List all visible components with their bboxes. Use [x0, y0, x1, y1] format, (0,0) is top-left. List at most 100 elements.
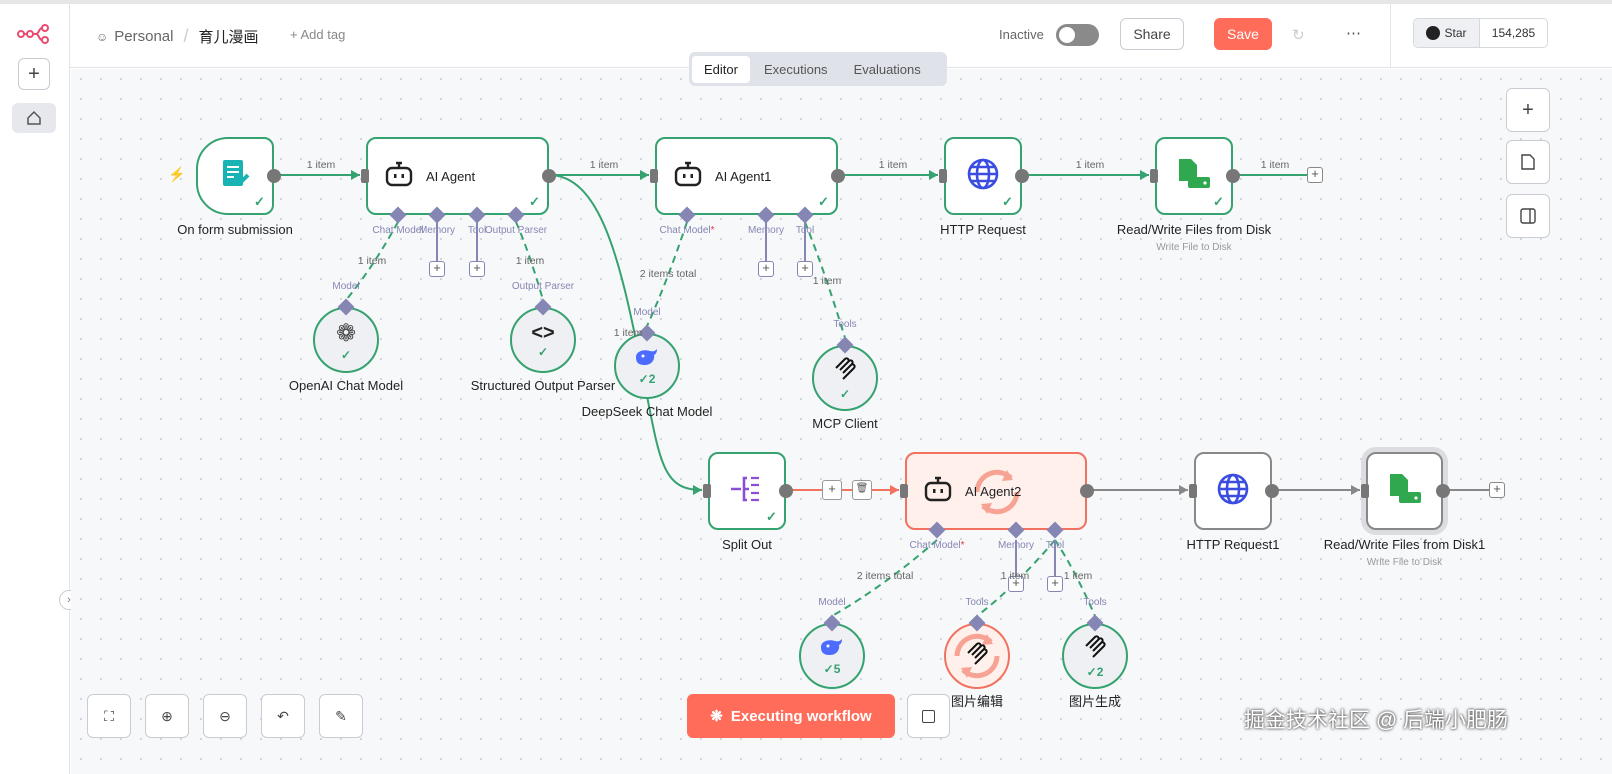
output-port[interactable]	[1015, 169, 1029, 183]
subnode-deepseek2[interactable]: ✓5	[799, 623, 865, 689]
add-subnode-button[interactable]: +	[797, 261, 813, 277]
undo-button[interactable]: ↶	[261, 694, 305, 738]
n8n-logo-icon[interactable]	[17, 24, 51, 44]
run-count: 5	[833, 661, 841, 676]
handle-label: Tool	[468, 225, 486, 236]
tab-editor[interactable]: Editor	[692, 55, 750, 83]
github-star-button[interactable]: Star 154,285	[1413, 18, 1548, 48]
edge-label: 1 item	[812, 275, 842, 287]
input-port[interactable]	[1189, 484, 1197, 498]
subnode-parser[interactable]: <> ✓	[510, 307, 576, 373]
add-tag-button[interactable]: + Add tag	[290, 27, 345, 42]
undo-icon: ↶	[277, 707, 289, 724]
add-subnode-button[interactable]: +	[429, 261, 445, 277]
success-check-icon: ✓	[1213, 194, 1224, 209]
run-count: 2	[1096, 664, 1104, 679]
tab-executions[interactable]: Executions	[752, 56, 840, 83]
subnode-openai[interactable]: ❁ ✓	[313, 307, 379, 373]
handle-label: Tool	[1046, 540, 1064, 551]
subnode-edit[interactable]	[944, 623, 1010, 689]
history-icon[interactable]: ↻	[1292, 26, 1305, 44]
sticky-note-button[interactable]	[1506, 140, 1550, 184]
success-check-icon: ✓	[818, 194, 829, 209]
stop-execution-button[interactable]	[907, 694, 950, 738]
trigger-bolt-icon: ⚡	[168, 166, 186, 182]
active-toggle[interactable]	[1056, 24, 1099, 46]
add-subnode-button[interactable]: +	[1047, 576, 1063, 592]
output-port[interactable]	[1436, 484, 1450, 498]
success-check: ✓2	[1086, 664, 1104, 679]
output-port[interactable]	[542, 169, 556, 183]
input-port[interactable]	[900, 484, 908, 498]
node-rw1[interactable]	[1366, 452, 1443, 530]
zoom-in-button[interactable]: ⊕	[145, 694, 189, 738]
subnode-label: 图片生成	[1068, 694, 1121, 709]
subnode-deepseek[interactable]: ✓2	[614, 333, 680, 399]
project-link[interactable]: Personal	[114, 28, 173, 45]
subnode-port-label: Model	[633, 307, 661, 318]
edge-label: 1 item	[515, 255, 545, 267]
output-port[interactable]	[831, 169, 845, 183]
executing-workflow-button[interactable]: ❋ Executing workflow	[687, 694, 895, 738]
input-port[interactable]	[1361, 484, 1369, 498]
add-node-end-button[interactable]: +	[1489, 482, 1505, 498]
input-port[interactable]	[650, 169, 658, 183]
node-subtitle: Write File to Disk	[1156, 242, 1232, 253]
share-button[interactable]: Share	[1120, 18, 1184, 50]
workflow-canvas[interactable]: On form submission ✓ AI Agent ✓ Chat Model Me…	[71, 69, 1612, 774]
output-port[interactable]	[1265, 484, 1279, 498]
subnode-label: DeepSeek Chat Model	[581, 404, 713, 419]
edge-label: 2 items total	[639, 268, 697, 280]
workflow-name[interactable]: 育儿漫画	[198, 26, 258, 47]
node-label: Read/Write Files from Disk Write File to …	[1099, 222, 1289, 256]
user-icon: ☺	[96, 29, 109, 44]
handle-label-text: Memory	[747, 225, 785, 236]
add-subnode-button[interactable]: +	[469, 261, 485, 277]
fit-view-icon: ⛶	[104, 707, 114, 724]
output-port[interactable]	[779, 484, 793, 498]
input-port[interactable]	[939, 169, 947, 183]
tab-evaluations[interactable]: Evaluations	[842, 56, 933, 83]
edge-label: 1 item	[589, 159, 619, 171]
edge-label: 1 item	[357, 255, 387, 267]
add-node-button[interactable]: +	[1506, 88, 1550, 132]
mcp-icon	[1082, 634, 1108, 665]
panel-icon	[1520, 208, 1536, 224]
add-subnode-button[interactable]: +	[758, 261, 774, 277]
output-port[interactable]	[267, 169, 281, 183]
add-node-end-button[interactable]: +	[1307, 167, 1323, 183]
handle-label: Memory	[419, 225, 455, 236]
handle-label: Chat Model	[372, 225, 423, 236]
input-port[interactable]	[361, 169, 369, 183]
insert-node-button[interactable]: +	[822, 480, 842, 500]
success-check-icon: ✓	[766, 509, 777, 524]
node-label-text: HTTP Request	[940, 222, 1026, 237]
input-port[interactable]	[1150, 169, 1158, 183]
more-options-icon[interactable]: ⋯	[1346, 24, 1361, 42]
add-button[interactable]: +	[18, 58, 50, 90]
subnode-port-label: Tools	[833, 319, 857, 330]
tidy-up-button[interactable]: ✎	[319, 694, 363, 738]
node-agent2[interactable]: AI Agent2	[905, 452, 1087, 530]
robot-icon	[673, 160, 703, 193]
github-icon	[1426, 26, 1441, 40]
delete-connection-button[interactable]: 🗑	[852, 480, 872, 500]
subnode-gen[interactable]: ✓2	[1062, 623, 1128, 689]
node-http1[interactable]	[1194, 452, 1272, 530]
input-port[interactable]	[703, 484, 711, 498]
output-port[interactable]	[1080, 484, 1094, 498]
subnode-mcp[interactable]: ✓	[812, 345, 878, 411]
fit-view-button[interactable]: ⛶	[87, 694, 131, 738]
node-label: HTTP Request1	[1138, 537, 1328, 553]
save-button[interactable]: Save	[1214, 18, 1272, 50]
sidebar-item-home[interactable]	[12, 103, 56, 133]
output-port[interactable]	[1226, 169, 1240, 183]
zoom-out-button[interactable]: ⊖	[203, 694, 247, 738]
subnode-port-label: Model	[332, 281, 360, 292]
form-icon	[218, 157, 252, 196]
node-agent1[interactable]: AI Agent1	[655, 137, 838, 215]
home-icon	[27, 110, 41, 125]
success-check: ✓2	[638, 371, 656, 386]
toggle-panel-button[interactable]	[1506, 194, 1550, 238]
node-agent[interactable]: AI Agent	[366, 137, 549, 215]
